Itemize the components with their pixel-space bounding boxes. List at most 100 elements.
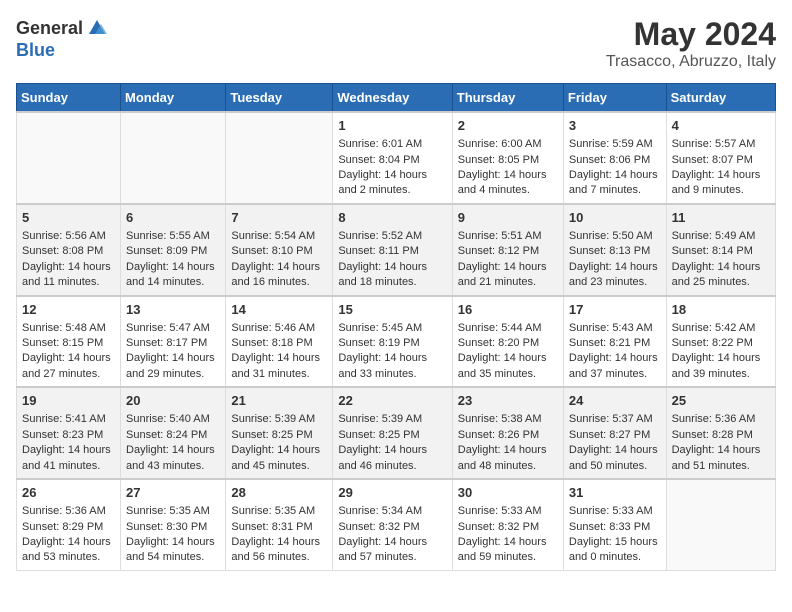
weekday-header-sunday: Sunday (17, 84, 121, 113)
calendar-cell: 23Sunrise: 5:38 AMSunset: 8:26 PMDayligh… (452, 387, 563, 479)
sunset-text: Sunset: 8:09 PM (126, 244, 220, 259)
day-number: 1 (338, 117, 446, 135)
calendar-cell: 11Sunrise: 5:49 AMSunset: 8:14 PMDayligh… (666, 204, 775, 296)
sunset-text: Sunset: 8:07 PM (672, 153, 770, 168)
sunrise-text: Sunrise: 5:41 AM (22, 412, 115, 427)
sunrise-text: Sunrise: 5:50 AM (569, 229, 661, 244)
logo-blue: Blue (16, 40, 55, 60)
calendar-cell: 30Sunrise: 5:33 AMSunset: 8:32 PMDayligh… (452, 479, 563, 570)
daylight-text: Daylight: 14 hours and 39 minutes. (672, 351, 770, 382)
sunrise-text: Sunrise: 5:59 AM (569, 137, 661, 152)
sunset-text: Sunset: 8:27 PM (569, 428, 661, 443)
sunrise-text: Sunrise: 5:47 AM (126, 321, 220, 336)
calendar-cell: 24Sunrise: 5:37 AMSunset: 8:27 PMDayligh… (563, 387, 666, 479)
daylight-text: Daylight: 14 hours and 37 minutes. (569, 351, 661, 382)
week-row-1: 1Sunrise: 6:01 AMSunset: 8:04 PMDaylight… (17, 112, 776, 204)
sunset-text: Sunset: 8:33 PM (569, 520, 661, 535)
sunset-text: Sunset: 8:15 PM (22, 336, 115, 351)
day-number: 4 (672, 117, 770, 135)
calendar-cell: 29Sunrise: 5:34 AMSunset: 8:32 PMDayligh… (333, 479, 452, 570)
calendar-cell: 4Sunrise: 5:57 AMSunset: 8:07 PMDaylight… (666, 112, 775, 204)
sunset-text: Sunset: 8:18 PM (231, 336, 327, 351)
daylight-text: Daylight: 14 hours and 25 minutes. (672, 260, 770, 291)
sunrise-text: Sunrise: 6:01 AM (338, 137, 446, 152)
day-number: 25 (672, 392, 770, 410)
sunset-text: Sunset: 8:17 PM (126, 336, 220, 351)
day-number: 15 (338, 301, 446, 319)
week-row-5: 26 Sunrise: 5:36 AMSunset: 8:29 PM Dayligh… (17, 479, 776, 570)
daylight-text: Daylight: 14 hours and 46 minutes. (338, 443, 446, 474)
calendar-cell: 21Sunrise: 5:39 AMSunset: 8:25 PMDayligh… (226, 387, 333, 479)
day-number: 11 (672, 209, 770, 227)
sunrise-text: Sunrise: 5:35 AM (231, 504, 327, 519)
calendar-cell: 31Sunrise: 5:33 AMSunset: 8:33 PMDayligh… (563, 479, 666, 570)
daylight-text: Daylight: 14 hours and 21 minutes. (458, 260, 558, 291)
day-number: 6 (126, 209, 220, 227)
sunrise-text: Sunrise: 5:49 AM (672, 229, 770, 244)
calendar-cell: 8Sunrise: 5:52 AMSunset: 8:11 PMDaylight… (333, 204, 452, 296)
calendar-cell: 7Sunrise: 5:54 AMSunset: 8:10 PMDaylight… (226, 204, 333, 296)
calendar-cell: 12Sunrise: 5:48 AMSunset: 8:15 PMDayligh… (17, 296, 121, 388)
day-number: 30 (458, 484, 558, 502)
calendar-cell: 27Sunrise: 5:35 AMSunset: 8:30 PMDayligh… (121, 479, 226, 570)
day-number: 22 (338, 392, 446, 410)
calendar-cell: 1Sunrise: 6:01 AMSunset: 8:04 PMDaylight… (333, 112, 452, 204)
sunset-text: Sunset: 8:23 PM (22, 428, 115, 443)
sunset-text: Sunset: 8:32 PM (458, 520, 558, 535)
sunrise-text: Sunrise: 5:55 AM (126, 229, 220, 244)
calendar-cell: 22Sunrise: 5:39 AMSunset: 8:25 PMDayligh… (333, 387, 452, 479)
calendar-cell: 25Sunrise: 5:36 AMSunset: 8:28 PMDayligh… (666, 387, 775, 479)
calendar-cell: 16Sunrise: 5:44 AMSunset: 8:20 PMDayligh… (452, 296, 563, 388)
calendar-cell: 2 Sunrise: 6:00 AMSunset: 8:05 PMDaylight… (452, 112, 563, 204)
daylight-text: Daylight: 14 hours and 51 minutes. (672, 443, 770, 474)
daylight-text: Daylight: 15 hours and 0 minutes. (569, 535, 661, 566)
sunrise-text: Sunrise: 5:36 AM (22, 504, 115, 519)
daylight-text: Daylight: 14 hours and 50 minutes. (569, 443, 661, 474)
sunset-text: Sunset: 8:28 PM (672, 428, 770, 443)
sunset-text: Sunset: 8:29 PM (22, 520, 115, 535)
sunrise-text: Sunrise: 5:38 AM (458, 412, 558, 427)
calendar-table: SundayMondayTuesdayWednesdayThursdayFrid… (16, 83, 776, 571)
day-number: 16 (458, 301, 558, 319)
sunset-text: Sunset: 8:13 PM (569, 244, 661, 259)
daylight-text: Daylight: 14 hours and 14 minutes. (126, 260, 220, 291)
daylight-text: Daylight: 14 hours and 29 minutes. (126, 351, 220, 382)
daylight-text: Daylight: 14 hours and 54 minutes. (126, 535, 220, 566)
sunset-text: Sunset: 8:32 PM (338, 520, 446, 535)
sunset-text: Sunset: 8:05 PM (458, 153, 558, 168)
daylight-text: Daylight: 14 hours and 4 minutes. (458, 168, 558, 199)
sunset-text: Sunset: 8:31 PM (231, 520, 327, 535)
day-number: 21 (231, 392, 327, 410)
sunrise-text: Sunrise: 5:52 AM (338, 229, 446, 244)
daylight-text: Daylight: 14 hours and 57 minutes. (338, 535, 446, 566)
day-number: 17 (569, 301, 661, 319)
sunrise-text: Sunrise: 5:44 AM (458, 321, 558, 336)
sunset-text: Sunset: 8:22 PM (672, 336, 770, 351)
subtitle: Trasacco, Abruzzo, Italy (606, 53, 776, 71)
daylight-text: Daylight: 14 hours and 43 minutes. (126, 443, 220, 474)
calendar-cell (666, 479, 775, 570)
sunrise-text: Sunrise: 5:57 AM (672, 137, 770, 152)
calendar-cell: 10Sunrise: 5:50 AMSunset: 8:13 PMDayligh… (563, 204, 666, 296)
daylight-text: Daylight: 14 hours and 7 minutes. (569, 168, 661, 199)
weekday-header-thursday: Thursday (452, 84, 563, 113)
sunset-text: Sunset: 8:30 PM (126, 520, 220, 535)
day-number: 26 (22, 484, 115, 502)
daylight-text: Daylight: 14 hours and 16 minutes. (231, 260, 327, 291)
sunrise-text: Sunrise: 6:00 AM (458, 137, 558, 152)
sunset-text: Sunset: 8:08 PM (22, 244, 115, 259)
sunrise-text: Sunrise: 5:33 AM (569, 504, 661, 519)
sunrise-text: Sunrise: 5:56 AM (22, 229, 115, 244)
calendar-cell: 5Sunrise: 5:56 AMSunset: 8:08 PMDaylight… (17, 204, 121, 296)
sunrise-text: Sunrise: 5:51 AM (458, 229, 558, 244)
day-number: 14 (231, 301, 327, 319)
day-number: 8 (338, 209, 446, 227)
weekday-header-monday: Monday (121, 84, 226, 113)
day-number: 2 (458, 117, 558, 135)
calendar-cell: 3Sunrise: 5:59 AMSunset: 8:06 PMDaylight… (563, 112, 666, 204)
calendar-cell: 18Sunrise: 5:42 AMSunset: 8:22 PMDayligh… (666, 296, 775, 388)
sunrise-text: Sunrise: 5:40 AM (126, 412, 220, 427)
day-number: 27 (126, 484, 220, 502)
weekday-header-friday: Friday (563, 84, 666, 113)
calendar-cell: 26Sunrise: 5:36 AMSunset: 8:29 PMDayligh… (17, 479, 121, 570)
